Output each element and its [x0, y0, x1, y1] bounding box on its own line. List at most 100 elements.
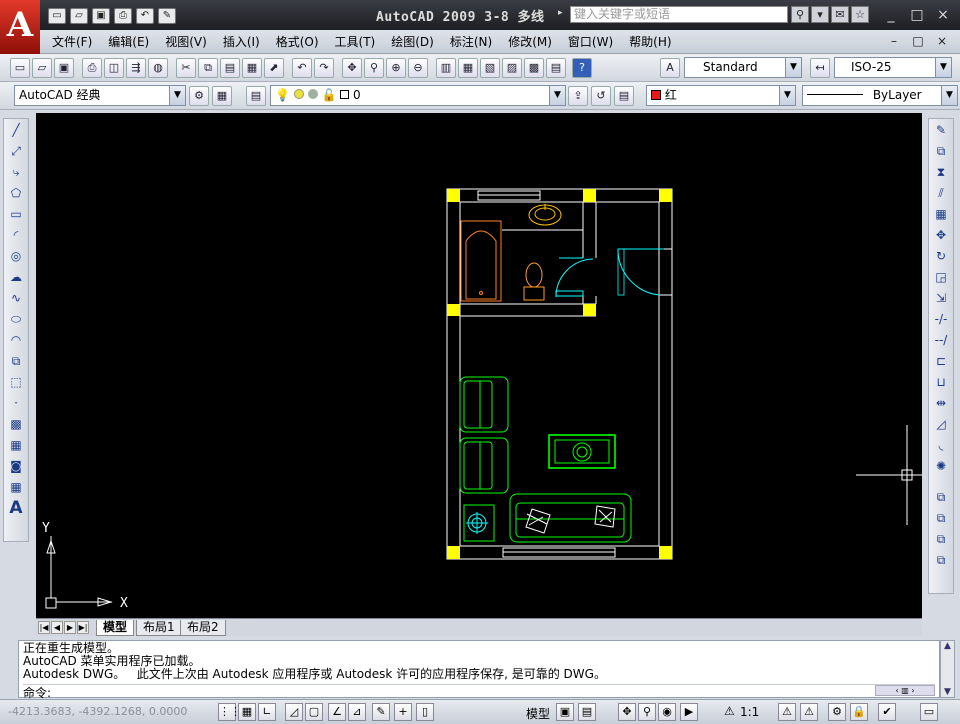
draworder-front-icon[interactable]: ⧉ [930, 488, 952, 507]
revision-cloud-icon[interactable]: ☁ [5, 268, 27, 287]
lock-icon[interactable]: 🔒 [850, 703, 868, 721]
workspace-select[interactable]: AutoCAD 经典 ▼ [14, 85, 186, 106]
make-current-layer-icon[interactable]: ⇪ [568, 86, 588, 106]
menu-item[interactable]: 视图(V) [157, 34, 215, 50]
first-tab-icon[interactable]: |◀ [38, 621, 50, 634]
otrack-icon[interactable]: ∠ [328, 703, 346, 721]
rotate-icon[interactable]: ↻ [930, 247, 952, 266]
line-icon[interactable]: ╱ [5, 121, 27, 140]
properties-icon[interactable]: ✎ [158, 8, 176, 24]
arc-icon[interactable]: ◜ [5, 226, 27, 245]
open-file-icon[interactable]: ▱ [70, 8, 88, 24]
insert-block-icon[interactable]: ⧉ [5, 352, 27, 371]
chevron-down-icon[interactable]: ▼ [935, 58, 951, 77]
paste-icon[interactable]: ▤ [220, 58, 240, 78]
pan-icon[interactable]: ✥ [618, 703, 636, 721]
menu-item[interactable]: 插入(I) [215, 34, 268, 50]
sheet-set-icon[interactable]: ▨ [502, 58, 522, 78]
preview-icon[interactable]: ◫ [104, 58, 124, 78]
stretch-icon[interactable]: ⇲ [930, 289, 952, 308]
minimize-button[interactable]: _ [878, 6, 904, 24]
linetype-select[interactable]: ByLayer ▼ [802, 85, 958, 106]
fillet-icon[interactable]: ◟ [930, 436, 952, 455]
steering-wheel-icon[interactable]: ◉ [658, 703, 676, 721]
clean-screen-icon[interactable]: ▭ [920, 703, 938, 721]
make-block-icon[interactable]: ⬚ [5, 373, 27, 392]
menu-item[interactable]: 标注(N) [442, 34, 500, 50]
quick-view-layouts-icon[interactable]: ▣ [556, 703, 574, 721]
help-icon[interactable]: ? [572, 58, 592, 78]
model-space-label[interactable]: 模型 [526, 705, 550, 722]
command-scrollbar[interactable]: ▲ ▼ [940, 640, 955, 698]
layer-previous-icon[interactable]: ↺ [591, 86, 611, 106]
redo-icon[interactable]: ↷ [314, 58, 334, 78]
workspace-switching-icon[interactable]: ⚙ [828, 703, 846, 721]
tab-model[interactable]: 模型 [96, 620, 135, 636]
grid-display-icon[interactable]: ▦ [238, 703, 256, 721]
menu-item[interactable]: 文件(F) [44, 34, 100, 50]
tool-palettes-icon[interactable]: ▧ [480, 58, 500, 78]
layer-states-icon[interactable]: ▤ [614, 86, 634, 106]
mirror-icon[interactable]: ⧗ [930, 163, 952, 182]
help-dropdown-icon[interactable]: ▾ [811, 6, 829, 23]
extend-icon[interactable]: --/ [930, 331, 952, 350]
snap-mode-icon[interactable]: ⋮⋮ [218, 703, 241, 721]
chamfer-icon[interactable]: ◿ [930, 415, 952, 434]
move-icon[interactable]: ✥ [930, 226, 952, 245]
save-icon[interactable]: ▣ [92, 8, 110, 24]
draworder-back-icon[interactable]: ⧉ [930, 509, 952, 528]
dim-style-select[interactable]: ISO-25 ▼ [834, 57, 952, 78]
zoom-previous-icon[interactable]: ⊖ [408, 58, 428, 78]
save-icon[interactable]: ▣ [54, 58, 74, 78]
communication-icon[interactable]: ✉ [831, 6, 849, 23]
object-snap-icon[interactable]: ▢ [305, 703, 323, 721]
scroll-down-icon[interactable]: ▼ [941, 687, 954, 697]
new-file-icon[interactable]: ▭ [48, 8, 66, 24]
close-button[interactable]: × [930, 6, 956, 24]
spline-icon[interactable]: ∿ [5, 289, 27, 308]
qnew-icon[interactable]: ▭ [10, 58, 30, 78]
publish-icon[interactable]: ⇶ [126, 58, 146, 78]
chevron-down-icon[interactable]: ▼ [549, 86, 565, 105]
chevron-down-icon[interactable]: ▼ [941, 86, 957, 105]
search-input[interactable]: 键入关键字或短语 [570, 6, 788, 23]
rectangle-icon[interactable]: ▭ [5, 205, 27, 224]
layer-manager-icon[interactable]: ▤ [246, 86, 266, 106]
calculator-icon[interactable]: ▤ [546, 58, 566, 78]
construction-line-icon[interactable]: ⤢ [5, 142, 27, 161]
ellipse-icon[interactable]: ⬭ [5, 310, 27, 329]
undo-icon[interactable]: ↶ [292, 58, 312, 78]
plot-icon[interactable]: ⎙ [82, 58, 102, 78]
zoom-icon[interactable]: ⚲ [638, 703, 656, 721]
zoom-window-icon[interactable]: ⊕ [386, 58, 406, 78]
menu-item[interactable]: 编辑(E) [100, 34, 157, 50]
ortho-mode-icon[interactable]: ∟ [258, 703, 276, 721]
text-style-select[interactable]: Standard ▼ [684, 57, 802, 78]
showmotion-icon[interactable]: ▶ [680, 703, 698, 721]
polygon-icon[interactable]: ⬠ [5, 184, 27, 203]
favorites-icon[interactable]: ☆ [851, 6, 869, 23]
ellipse-arc-icon[interactable]: ◠ [5, 331, 27, 350]
menu-item[interactable]: 格式(O) [268, 34, 327, 50]
gradient-icon[interactable]: ▦ [5, 436, 27, 455]
doc-restore-button[interactable]: □ [909, 34, 927, 50]
polyline-icon[interactable]: ⤷ [5, 163, 27, 182]
menu-item[interactable]: 绘图(D) [383, 34, 442, 50]
join-icon[interactable]: ⇹ [930, 394, 952, 413]
print-icon[interactable]: ⎙ [114, 8, 132, 24]
pan-icon[interactable]: ✥ [342, 58, 362, 78]
design-center-icon[interactable]: ▦ [458, 58, 478, 78]
match-properties-icon[interactable]: ▦ [242, 58, 262, 78]
cut-icon[interactable]: ✂ [176, 58, 196, 78]
workspace-toggle-icon[interactable]: ▦ [212, 86, 232, 106]
maximize-button[interactable]: □ [904, 6, 930, 24]
color-select[interactable]: 红 ▼ [646, 85, 796, 106]
open-icon[interactable]: ▱ [32, 58, 52, 78]
circle-icon[interactable]: ◎ [5, 247, 27, 266]
quick-properties-icon[interactable]: ▯ [416, 703, 434, 721]
chevron-down-icon[interactable]: ▼ [785, 58, 801, 77]
markup-icon[interactable]: ▩ [524, 58, 544, 78]
scroll-up-icon[interactable]: ▲ [941, 641, 954, 651]
draworder-above-icon[interactable]: ⧉ [930, 530, 952, 549]
block-editor-icon[interactable]: ⬈ [264, 58, 284, 78]
